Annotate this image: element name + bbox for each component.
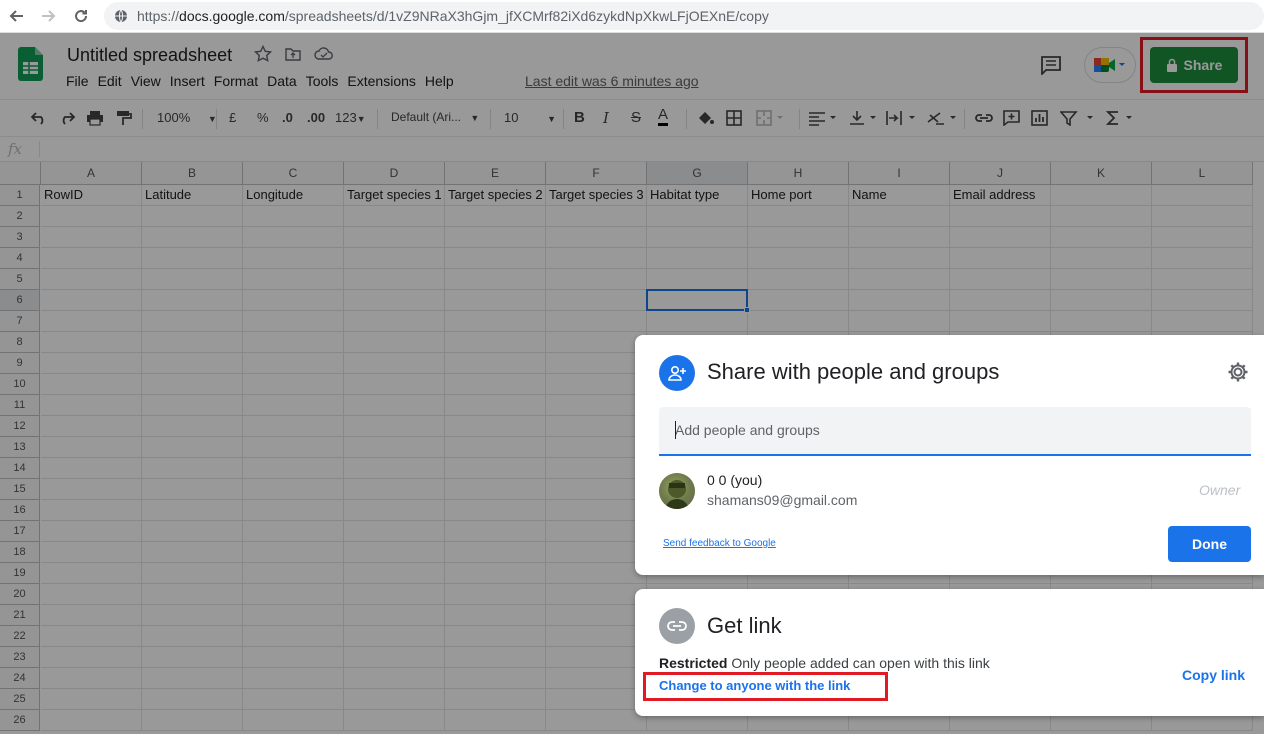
add-person-icon <box>659 355 695 391</box>
done-button[interactable]: Done <box>1168 526 1251 562</box>
forward-button[interactable] <box>37 5 59 27</box>
link-icon <box>659 608 695 644</box>
browser-toolbar: https://docs.google.com/spreadsheets/d/1… <box>0 0 1264 33</box>
change-link-highlight-box <box>643 672 888 701</box>
share-dialog: Share with people and groups Add people … <box>635 335 1264 575</box>
copy-link-button[interactable]: Copy link <box>1182 667 1245 683</box>
owner-role-label: Owner <box>1199 482 1241 498</box>
back-arrow-icon <box>9 10 23 22</box>
site-info-icon <box>115 9 127 23</box>
share-dialog-title: Share with people and groups <box>707 359 1000 384</box>
forward-arrow-icon <box>42 10 56 22</box>
address-bar[interactable]: https://docs.google.com/spreadsheets/d/1… <box>104 2 1264 30</box>
get-link-title: Get link <box>707 613 782 638</box>
user-email: shamans09@gmail.com <box>707 492 858 508</box>
reload-icon <box>75 10 88 23</box>
reload-button[interactable] <box>70 5 92 27</box>
gear-icon[interactable] <box>1227 361 1249 383</box>
get-link-dialog: Get link Restricted Only people added ca… <box>635 589 1264 716</box>
add-people-input[interactable]: Add people and groups <box>659 407 1251 456</box>
url-text: https://docs.google.com/spreadsheets/d/1… <box>137 8 769 24</box>
avatar <box>659 473 695 509</box>
user-name: 0 0 (you) <box>707 472 763 488</box>
send-feedback-link[interactable]: Send feedback to Google <box>663 538 776 549</box>
link-access-status: Restricted Only people added can open wi… <box>659 655 990 671</box>
back-button[interactable] <box>6 5 28 27</box>
